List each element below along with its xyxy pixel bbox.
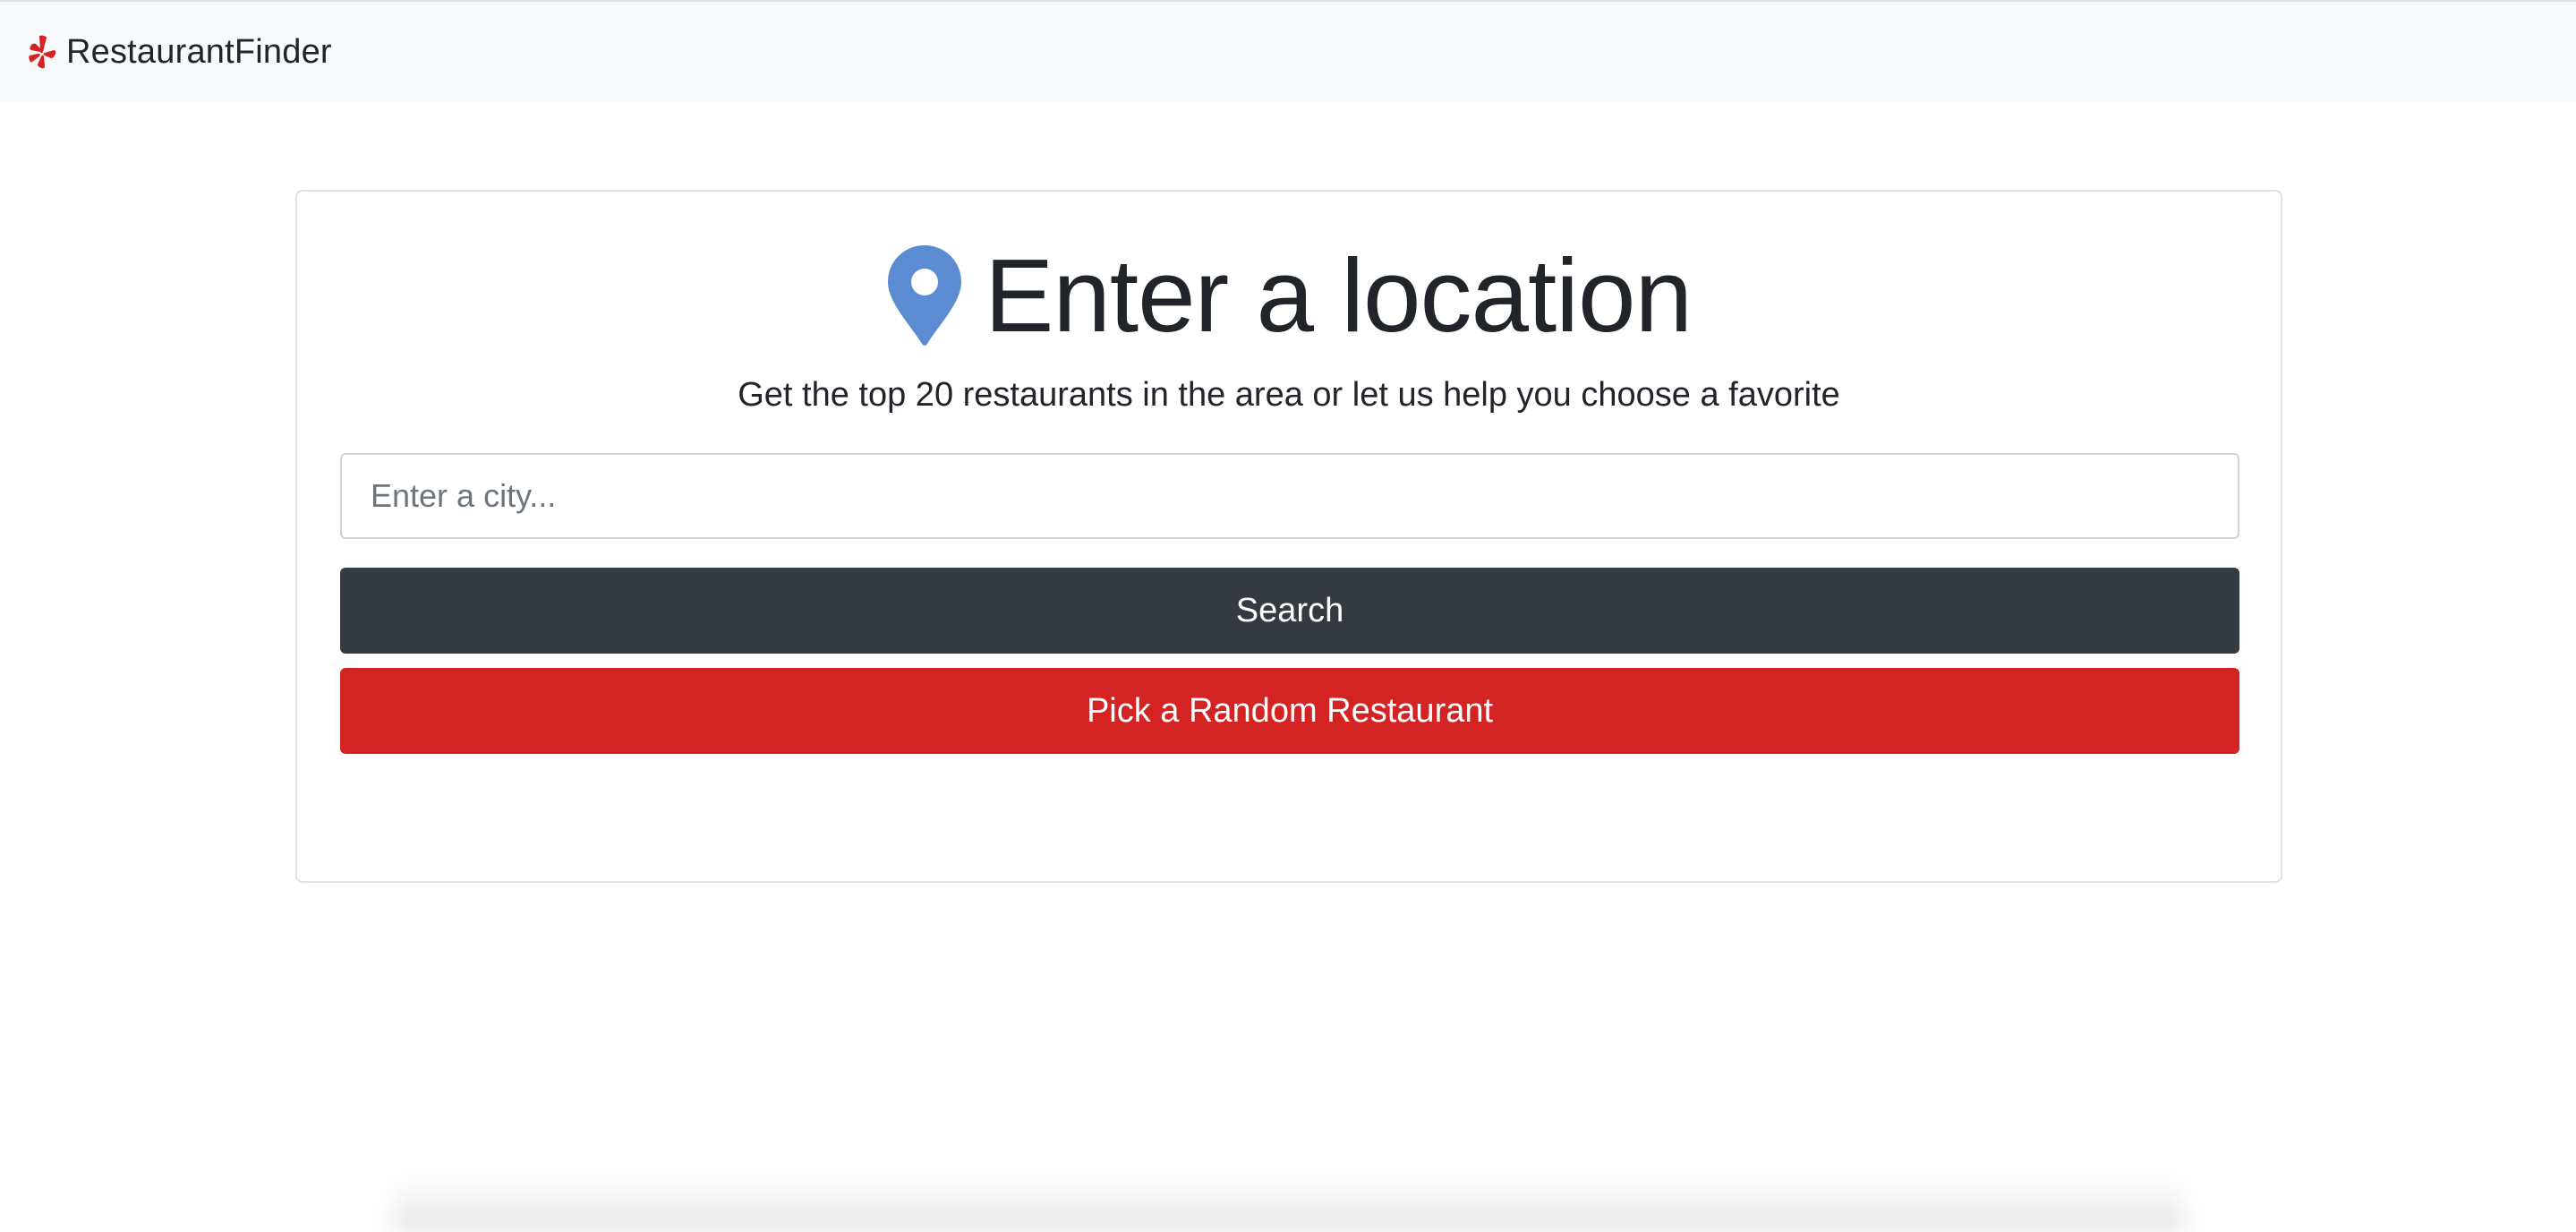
page-subtitle: Get the top 20 restaurants in the area o…: [738, 376, 1840, 414]
brand-link[interactable]: RestaurantFinder: [27, 33, 332, 72]
navbar: RestaurantFinder: [0, 0, 2576, 102]
page-title: Enter a location: [984, 237, 1693, 354]
random-restaurant-button[interactable]: Pick a Random Restaurant: [340, 668, 2239, 754]
brand-name: RestaurantFinder: [66, 32, 332, 71]
search-button[interactable]: Search: [340, 568, 2239, 654]
heading-row: Enter a location: [297, 244, 2281, 347]
bottom-shadow: [394, 1173, 2184, 1232]
yelp-burst-icon: [27, 34, 57, 70]
map-pin-icon: [886, 244, 963, 347]
location-search-card: Enter a location Get the top 20 restaura…: [295, 190, 2282, 883]
city-search-input[interactable]: [340, 453, 2239, 539]
